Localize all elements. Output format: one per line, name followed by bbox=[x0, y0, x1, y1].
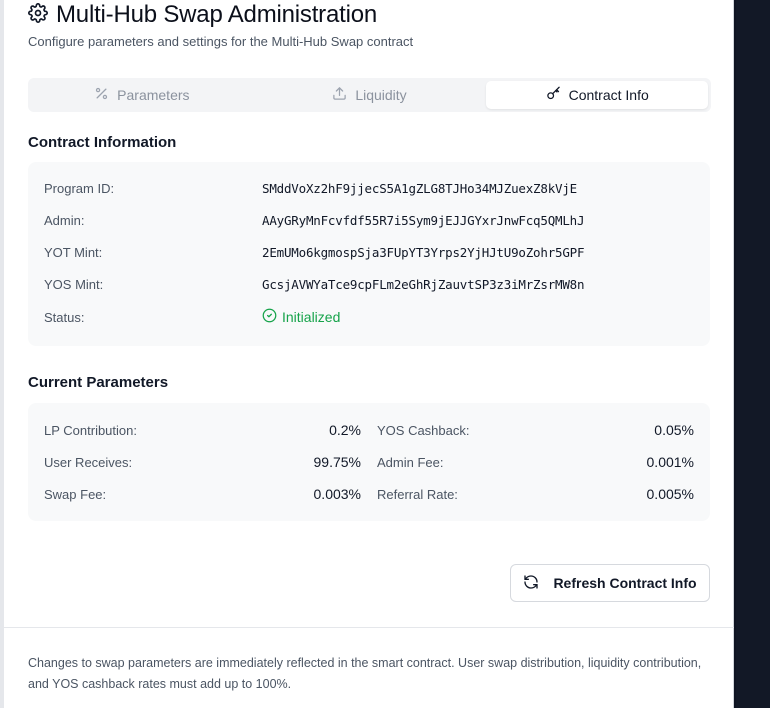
tab-contract-info[interactable]: Contract Info bbox=[486, 81, 709, 109]
admin-value: AAyGRyMnFcvfdf55R7i5Sym9jEJJGYxrJnwFcq5Q… bbox=[262, 212, 585, 228]
param-label: Swap Fee: bbox=[44, 486, 107, 502]
info-label: Program ID: bbox=[44, 180, 115, 196]
param-value: 99.75% bbox=[313, 454, 361, 470]
param-label: Admin Fee: bbox=[377, 454, 444, 470]
status-badge: Initialized bbox=[262, 308, 340, 326]
program-id-value: SMddVoXz2hF9jjecS5A1gZLG8TJHo34MJZuexZ8k… bbox=[262, 180, 578, 196]
tab-label: Liquidity bbox=[355, 87, 407, 103]
check-circle-icon bbox=[262, 308, 277, 326]
info-label: Status: bbox=[44, 309, 85, 325]
param-value: 0.003% bbox=[313, 486, 361, 502]
info-label: YOT Mint: bbox=[44, 244, 103, 260]
param-user-receives: User Receives: 99.75% bbox=[44, 452, 361, 472]
gear-icon bbox=[28, 2, 48, 28]
info-row-yot-mint: YOT Mint: 2EmUMo6kgmospSja3FUpYT3Yrps2Yj… bbox=[44, 242, 585, 262]
page-scrollbar[interactable] bbox=[736, 0, 770, 708]
key-icon bbox=[546, 86, 561, 104]
info-row-yos-mint: YOS Mint: GcsjAVWYaTce9cpFLm2eGhRjZauvtS… bbox=[44, 274, 585, 294]
param-label: Referral Rate: bbox=[377, 486, 458, 502]
footer-note: Changes to swap parameters are immediate… bbox=[28, 656, 702, 691]
admin-card: Multi-Hub Swap Administration Configure … bbox=[4, 0, 734, 708]
info-row-program-id: Program ID: SMddVoXz2hF9jjecS5A1gZLG8TJH… bbox=[44, 178, 577, 198]
upload-icon bbox=[332, 86, 347, 104]
param-swap-fee: Swap Fee: 0.003% bbox=[44, 484, 361, 504]
tab-label: Parameters bbox=[117, 87, 190, 103]
info-row-status: Status: Initialized bbox=[44, 307, 340, 327]
page-subtitle: Configure parameters and settings for th… bbox=[28, 34, 414, 49]
header: Multi-Hub Swap Administration bbox=[28, 0, 377, 30]
info-label: YOS Mint: bbox=[44, 276, 104, 292]
param-label: User Receives: bbox=[44, 454, 133, 470]
parameters-heading: Current Parameters bbox=[28, 374, 169, 391]
yot-mint-value: 2EmUMo6kgmospSja3FUpYT3Yrps2YjHJtU9oZohr… bbox=[262, 244, 585, 260]
contract-info-heading: Contract Information bbox=[28, 134, 177, 151]
param-lp-contribution: LP Contribution: 0.2% bbox=[44, 420, 361, 440]
param-value: 0.001% bbox=[646, 454, 694, 470]
param-value: 0.05% bbox=[654, 422, 694, 438]
param-value: 0.005% bbox=[646, 486, 694, 502]
refresh-contract-info-button[interactable]: Refresh Contract Info bbox=[510, 564, 710, 602]
footer-divider bbox=[4, 627, 734, 628]
tab-list: Parameters Liquidity Contract Info bbox=[28, 78, 711, 112]
contract-info-panel: Program ID: SMddVoXz2hF9jjecS5A1gZLG8TJH… bbox=[28, 162, 710, 346]
info-row-admin: Admin: AAyGRyMnFcvfdf55R7i5Sym9jEJJGYxrJ… bbox=[44, 210, 585, 230]
param-admin-fee: Admin Fee: 0.001% bbox=[377, 452, 694, 472]
yos-mint-value: GcsjAVWYaTce9cpFLm2eGhRjZauvtSP3z3iMrZsr… bbox=[262, 276, 585, 292]
tab-label: Contract Info bbox=[568, 87, 649, 103]
param-yos-cashback: YOS Cashback: 0.05% bbox=[377, 420, 694, 440]
refresh-icon bbox=[523, 574, 539, 593]
param-label: LP Contribution: bbox=[44, 422, 137, 438]
status-text: Initialized bbox=[282, 309, 341, 325]
param-referral-rate: Referral Rate: 0.005% bbox=[377, 484, 694, 504]
page-title: Multi-Hub Swap Administration bbox=[56, 1, 378, 28]
refresh-button-label: Refresh Contract Info bbox=[553, 575, 697, 591]
param-label: YOS Cashback: bbox=[377, 422, 470, 438]
param-value: 0.2% bbox=[329, 422, 361, 438]
tab-parameters[interactable]: Parameters bbox=[31, 81, 253, 109]
tab-liquidity[interactable]: Liquidity bbox=[259, 81, 481, 109]
info-label: Admin: bbox=[44, 212, 85, 228]
percent-icon bbox=[94, 86, 109, 104]
parameters-panel: LP Contribution: 0.2% User Receives: 99.… bbox=[28, 403, 710, 521]
